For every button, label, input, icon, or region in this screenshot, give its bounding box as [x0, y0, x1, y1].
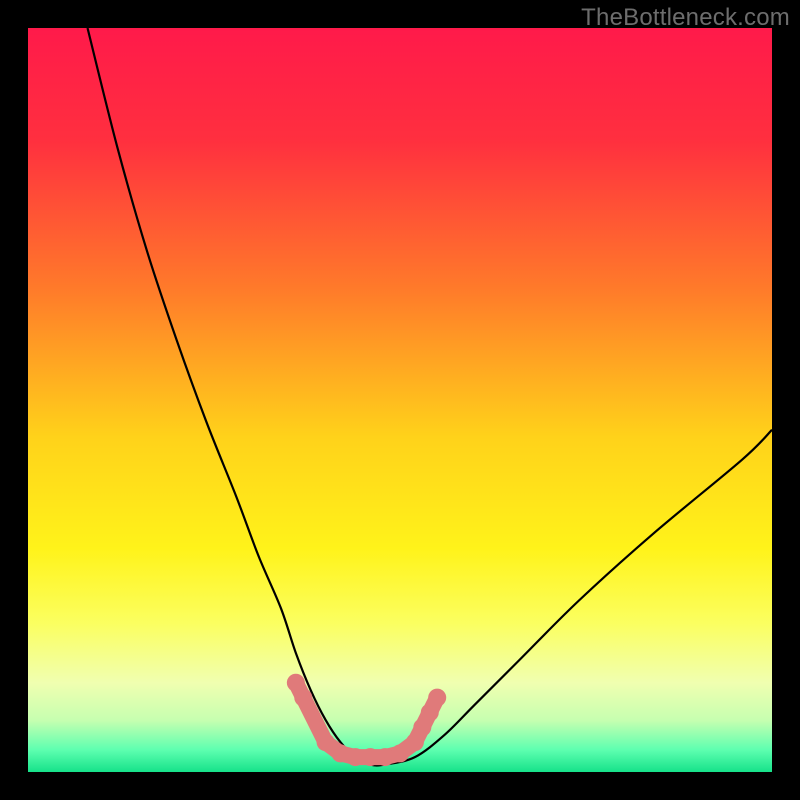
marker-dot: [317, 733, 335, 751]
plot-area: [28, 28, 772, 772]
marker-dot: [391, 744, 409, 762]
outer-frame: TheBottleneck.com: [0, 0, 800, 800]
gradient-background: [28, 28, 772, 772]
watermark-text: TheBottleneck.com: [581, 4, 790, 32]
bottleneck-chart: [28, 28, 772, 772]
marker-dot: [294, 689, 312, 707]
marker-dot: [428, 689, 446, 707]
